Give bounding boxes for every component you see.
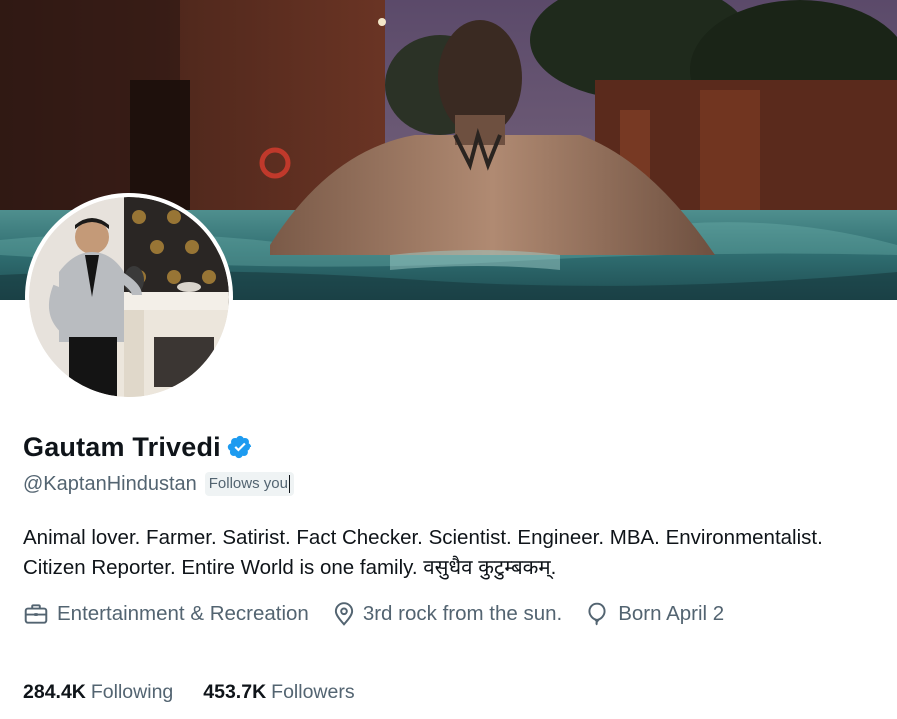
following-count: 284.4K: [23, 680, 86, 703]
followers-link[interactable]: 453.7K Followers: [203, 681, 354, 704]
profile-stats-row: 284.4K Following 453.7K Followers: [23, 678, 385, 706]
profile-handle-row: @KaptanHindustan Follows you: [23, 471, 294, 497]
profile-birthday-label: Born April 2: [618, 602, 725, 625]
profile-page: Gautam Trivedi @KaptanHindustan Follows …: [0, 0, 897, 719]
followers-count: 453.7K: [203, 680, 267, 703]
profile-name-row: Gautam Trivedi: [23, 430, 253, 464]
profile-bio-line: Citizen Reporter. Entire World is one fa…: [23, 556, 557, 579]
profile-meta-row: Entertainment & Recreation 3rd rock from…: [23, 598, 746, 630]
verified-badge-icon[interactable]: [227, 434, 253, 460]
text-cursor: [288, 475, 290, 494]
profile-bio-line: Animal lover. Farmer. Satirist. Fact Che…: [23, 526, 823, 549]
profile-handle: @KaptanHindustan: [23, 472, 197, 495]
profile-location-label: 3rd rock from the sun.: [362, 602, 563, 625]
location-pin-icon: [334, 602, 353, 626]
balloon-icon: [588, 602, 606, 626]
briefcase-icon: [24, 604, 48, 624]
profile-bio: Animal lover. Farmer. Satirist. Fact Che…: [23, 523, 883, 583]
profile-category: Entertainment & Recreation: [23, 601, 309, 627]
follows-you-badge: Follows you: [204, 472, 294, 496]
profile-location: 3rd rock from the sun.: [331, 601, 562, 627]
following-label: Following: [90, 680, 174, 703]
followers-label: Followers: [271, 680, 355, 703]
profile-avatar[interactable]: [25, 193, 233, 401]
following-link[interactable]: 284.4K Following: [23, 681, 173, 704]
profile-category-label: Entertainment & Recreation: [57, 602, 309, 625]
profile-display-name: Gautam Trivedi: [23, 431, 221, 462]
profile-birthday: Born April 2: [584, 601, 724, 627]
follows-you-label: Follows you: [208, 475, 288, 492]
